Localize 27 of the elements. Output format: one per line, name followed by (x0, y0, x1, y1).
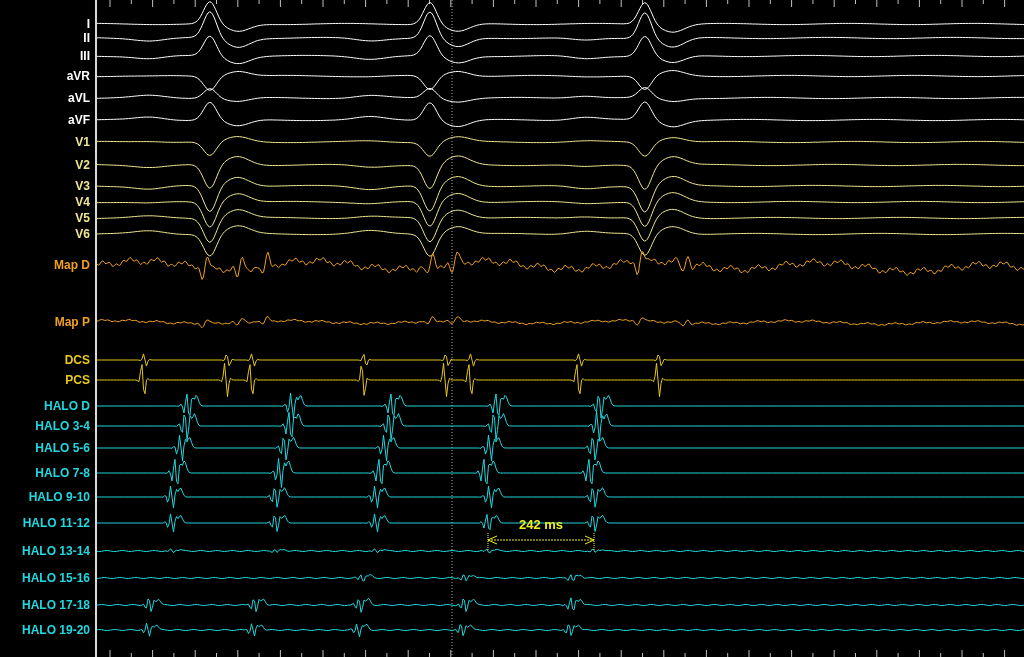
channel-label: aVR (66, 69, 90, 83)
channel-label: Map D (54, 258, 90, 272)
channel-label: DCS (64, 353, 90, 367)
channel-label: HALO 13-14 (21, 544, 90, 558)
channel-label: V2 (75, 158, 90, 172)
caliper-label: 242 ms (518, 517, 564, 532)
channel-label: Map P (54, 315, 90, 329)
channel-label: HALO 3-4 (35, 419, 90, 433)
channel-label: V4 (75, 195, 90, 209)
channel-label: aVF (68, 113, 90, 127)
channel-label: aVL (68, 91, 90, 105)
channel-label: V6 (75, 227, 90, 241)
channel-label: V5 (75, 211, 90, 225)
channel-label: PCS (65, 373, 90, 387)
channel-label: HALO 19-20 (21, 623, 90, 637)
channel-label: III (80, 49, 90, 63)
channel-label: I (86, 17, 90, 31)
channel-label: V3 (75, 179, 90, 193)
channel-label: V1 (75, 135, 90, 149)
channel-label: HALO 17-18 (21, 598, 90, 612)
channel-label: HALO 9-10 (28, 490, 90, 504)
channel-label: HALO D (44, 399, 90, 413)
channel-label: II (83, 31, 90, 45)
channel-label: HALO 11-12 (22, 516, 90, 530)
channel-label: HALO 15-16 (21, 571, 90, 585)
channel-label: HALO 5-6 (35, 441, 90, 455)
channel-label: HALO 7-8 (35, 466, 90, 480)
